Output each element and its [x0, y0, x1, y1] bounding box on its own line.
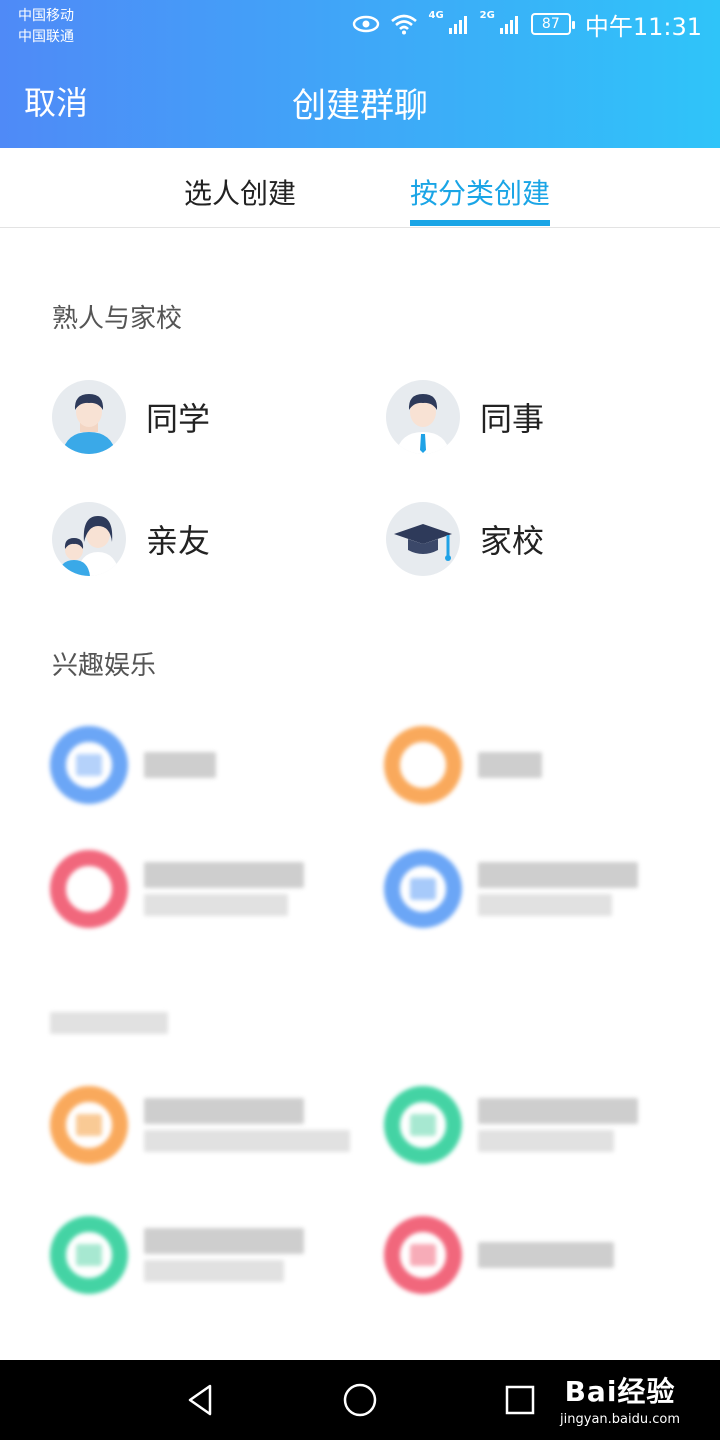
category-circle-icon — [50, 1086, 128, 1164]
carrier-1: 中国移动 — [18, 8, 74, 24]
graduation-cap-icon — [386, 502, 460, 576]
category-circle-icon — [50, 850, 128, 928]
signal-icon — [499, 13, 521, 35]
section-title-blurred — [50, 1012, 168, 1034]
category-blurred-item[interactable] — [50, 1216, 304, 1294]
category-label: 同事 — [480, 400, 545, 438]
tab-active-indicator — [410, 220, 550, 226]
student-avatar-icon — [52, 380, 126, 454]
section-title-acquaintances: 熟人与家校 — [52, 304, 183, 334]
status-time: 中午11:31 — [584, 12, 702, 41]
category-blurred-item[interactable] — [384, 850, 638, 928]
back-icon[interactable] — [180, 1380, 220, 1420]
tab-select-people[interactable]: 选人创建 — [184, 172, 296, 212]
battery-indicator: 87 — [530, 13, 575, 35]
category-circle-icon — [384, 1216, 462, 1294]
tab-by-category[interactable]: 按分类创建 — [410, 172, 550, 212]
category-circle-icon — [50, 1216, 128, 1294]
network-2g-label: 2G — [479, 10, 495, 21]
section-title-interest: 兴趣娱乐 — [52, 651, 157, 681]
signal-icon — [448, 13, 470, 35]
network-4g-label: 4G — [428, 10, 444, 21]
system-nav-bar: Bai经验 jingyan.baidu.com — [0, 1360, 720, 1440]
category-blurred-item[interactable] — [384, 726, 542, 804]
status-carriers: 中国移动 中国联通 — [18, 6, 74, 48]
category-blurred-item[interactable] — [50, 850, 304, 928]
category-home-school[interactable]: 家校 — [386, 502, 544, 576]
category-label: 同学 — [146, 400, 211, 438]
category-blurred-item[interactable] — [50, 726, 216, 804]
family-avatar-icon — [52, 502, 126, 576]
category-circle-icon — [384, 850, 462, 928]
carrier-2: 中国联通 — [18, 29, 74, 45]
status-right: 4G 2G 87 中午11:31 — [352, 8, 702, 41]
eye-icon — [352, 14, 380, 34]
home-icon[interactable] — [340, 1380, 380, 1420]
category-circle-icon — [384, 1086, 462, 1164]
category-colleagues[interactable]: 同事 — [386, 380, 544, 454]
category-blurred-item[interactable] — [384, 1086, 638, 1164]
category-label: 亲友 — [146, 522, 211, 560]
watermark-url: jingyan.baidu.com — [560, 1412, 680, 1427]
header: 中国移动 中国联通 4G 2G 87 中午11:31 取消 创建群聊 — [0, 0, 720, 148]
recents-icon[interactable] — [500, 1380, 540, 1420]
category-circle-icon — [50, 726, 128, 804]
category-family-friends[interactable]: 亲友 — [52, 502, 210, 576]
baidu-jingyan-watermark: Bai经验 jingyan.baidu.com — [560, 1370, 680, 1427]
wifi-icon — [390, 13, 418, 35]
category-classmates[interactable]: 同学 — [52, 380, 210, 454]
category-circle-icon — [384, 726, 462, 804]
tab-bar: 选人创建 按分类创建 — [0, 148, 720, 228]
colleague-avatar-icon — [386, 380, 460, 454]
category-blurred-item[interactable] — [384, 1216, 614, 1294]
category-blurred-item[interactable] — [50, 1086, 350, 1164]
category-label: 家校 — [480, 522, 545, 560]
page-title: 创建群聊 — [292, 86, 428, 126]
watermark-main: Bai经验 — [564, 1375, 676, 1408]
